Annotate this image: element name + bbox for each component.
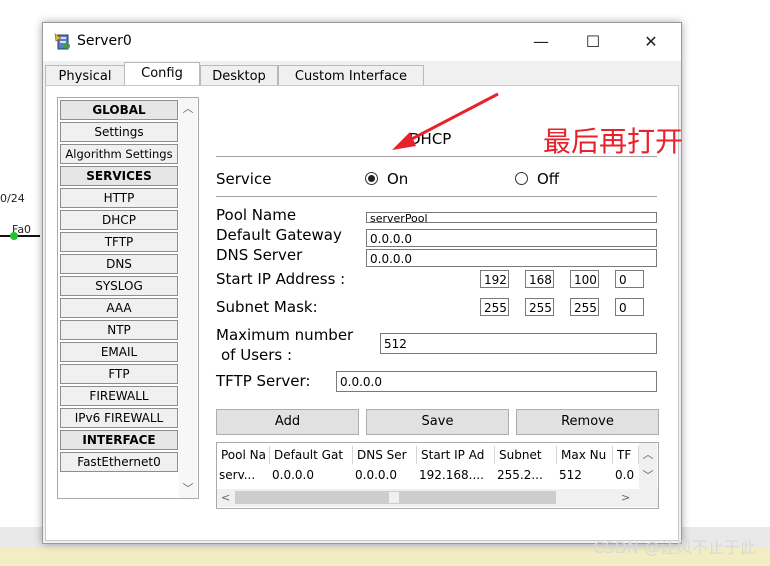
sidebar-item-tftp[interactable]: TFTP bbox=[60, 232, 178, 252]
window-title: Server0 bbox=[77, 33, 132, 49]
watermark: CSDN @让风不止于此 bbox=[593, 538, 756, 557]
sidebar-item-firewall[interactable]: FIREWALL bbox=[60, 386, 178, 406]
table-header-start-ip[interactable]: Start IP Ad bbox=[417, 446, 495, 464]
subnet-mask-octet-2[interactable]: 255 bbox=[525, 298, 554, 316]
close-button[interactable]: ✕ bbox=[633, 29, 669, 55]
pool-name-label: Pool Name bbox=[216, 206, 297, 224]
config-sidebar: GLOBAL Settings Algorithm Settings SERVI… bbox=[57, 97, 199, 499]
table-header-pool-name[interactable]: Pool Na bbox=[217, 446, 270, 464]
subnet-mask-octet-3[interactable]: 255 bbox=[570, 298, 599, 316]
table-hscroll[interactable]: < > bbox=[217, 489, 658, 507]
maximize-button[interactable]: ☐ bbox=[575, 29, 611, 55]
server-config-window: Server0 — ☐ ✕ Physical Config Desktop Cu… bbox=[42, 22, 682, 544]
table-cell[interactable]: 192.168.... bbox=[417, 466, 495, 484]
annotation-text: 最后再打开 bbox=[543, 125, 684, 158]
sidebar-item-dns[interactable]: DNS bbox=[60, 254, 178, 274]
table-header-subnet[interactable]: Subnet bbox=[495, 446, 557, 464]
pool-name-input[interactable]: serverPool bbox=[366, 212, 657, 223]
window-titlebar[interactable]: Server0 — ☐ ✕ bbox=[43, 23, 681, 61]
sidebar-item-algorithm-settings[interactable]: Algorithm Settings bbox=[60, 144, 178, 164]
scroll-up-icon[interactable]: ︿ bbox=[639, 446, 657, 462]
default-gateway-label: Default Gateway bbox=[216, 226, 342, 244]
max-users-label-line2: of Users : bbox=[221, 346, 293, 364]
sidebar-item-ipv6-firewall[interactable]: IPv6 FIREWALL bbox=[60, 408, 178, 428]
service-off-label[interactable]: Off bbox=[537, 170, 559, 188]
tab-physical[interactable]: Physical bbox=[45, 65, 125, 87]
start-ip-octet-4[interactable]: 0 bbox=[615, 270, 644, 288]
scroll-up-icon[interactable]: ︿ bbox=[179, 100, 197, 116]
background-subnet-label: 0/24 bbox=[0, 192, 25, 205]
sidebar-item-email[interactable]: EMAIL bbox=[60, 342, 178, 362]
hscroll-thumb[interactable] bbox=[389, 492, 399, 503]
sidebar-header-services[interactable]: SERVICES bbox=[60, 166, 178, 186]
subnet-mask-label: Subnet Mask: bbox=[216, 298, 318, 316]
sidebar-scrollbar[interactable]: ︿ ﹀ bbox=[179, 98, 197, 498]
max-users-label: Maximum number bbox=[216, 326, 354, 344]
table-header-dns-server[interactable]: DNS Ser bbox=[353, 446, 417, 464]
remove-button[interactable]: Remove bbox=[516, 409, 659, 435]
scroll-left-icon[interactable]: < bbox=[221, 491, 230, 504]
subnet-mask-octet-1[interactable]: 255 bbox=[480, 298, 509, 316]
table-cell[interactable]: 512 bbox=[557, 466, 613, 484]
default-gateway-input[interactable]: 0.0.0.0 bbox=[366, 229, 657, 247]
minimize-button[interactable]: — bbox=[523, 29, 559, 55]
tab-bar: Physical Config Desktop Custom Interface bbox=[43, 61, 681, 88]
background-link-line bbox=[0, 235, 40, 237]
start-ip-octet-2[interactable]: 168 bbox=[525, 270, 554, 288]
tftp-server-label: TFTP Server: bbox=[216, 372, 311, 390]
table-header-tftp[interactable]: TF bbox=[613, 446, 639, 464]
sidebar-item-settings[interactable]: Settings bbox=[60, 122, 178, 142]
table-cell[interactable]: 0.0.0.0 bbox=[270, 466, 353, 484]
sidebar-header-global[interactable]: GLOBAL bbox=[60, 100, 178, 120]
service-label: Service bbox=[216, 170, 272, 188]
sidebar-item-aaa[interactable]: AAA bbox=[60, 298, 178, 318]
service-on-label[interactable]: On bbox=[387, 170, 408, 188]
start-ip-label: Start IP Address : bbox=[216, 270, 346, 288]
dns-server-label: DNS Server bbox=[216, 246, 303, 264]
sidebar-item-syslog[interactable]: SYSLOG bbox=[60, 276, 178, 296]
sidebar-header-interface[interactable]: INTERFACE bbox=[60, 430, 178, 450]
table-cell[interactable]: 255.2... bbox=[495, 466, 557, 484]
sidebar-item-http[interactable]: HTTP bbox=[60, 188, 178, 208]
service-off-radio[interactable] bbox=[515, 172, 528, 185]
table-cell[interactable]: serv... bbox=[217, 466, 270, 484]
service-on-radio[interactable] bbox=[365, 172, 378, 185]
table-vscroll[interactable]: ︿ ﹀ bbox=[639, 443, 657, 489]
annotation-arrow-icon bbox=[392, 92, 499, 150]
scroll-down-icon[interactable]: ﹀ bbox=[639, 467, 657, 483]
scroll-down-icon[interactable]: ﹀ bbox=[179, 480, 197, 496]
dns-server-input[interactable]: 0.0.0.0 bbox=[366, 249, 657, 267]
tab-custom-interface[interactable]: Custom Interface bbox=[278, 65, 424, 87]
background-link-dot bbox=[10, 232, 18, 240]
tab-desktop[interactable]: Desktop bbox=[200, 65, 278, 87]
sidebar-item-ntp[interactable]: NTP bbox=[60, 320, 178, 340]
sidebar-item-fastethernet0[interactable]: FastEthernet0 bbox=[60, 452, 178, 472]
table-header-default-gateway[interactable]: Default Gat bbox=[270, 446, 353, 464]
add-button[interactable]: Add bbox=[216, 409, 359, 435]
server-app-icon bbox=[54, 33, 70, 50]
sidebar-item-dhcp[interactable]: DHCP bbox=[60, 210, 178, 230]
scroll-right-icon[interactable]: > bbox=[621, 491, 630, 504]
save-button[interactable]: Save bbox=[366, 409, 509, 435]
sidebar-item-ftp[interactable]: FTP bbox=[60, 364, 178, 384]
start-ip-octet-1[interactable]: 192 bbox=[480, 270, 509, 288]
tftp-server-input[interactable]: 0.0.0.0 bbox=[336, 371, 657, 392]
divider bbox=[216, 196, 657, 197]
start-ip-octet-3[interactable]: 100 bbox=[570, 270, 599, 288]
table-cell[interactable]: 0.0 bbox=[613, 466, 639, 484]
subnet-mask-octet-4[interactable]: 0 bbox=[615, 298, 644, 316]
dhcp-pool-table: Pool Na Default Gat DNS Ser Start IP Ad … bbox=[216, 442, 659, 509]
max-users-input[interactable]: 512 bbox=[380, 333, 657, 354]
table-cell[interactable]: 0.0.0.0 bbox=[353, 466, 417, 484]
table-header-max-users[interactable]: Max Nu bbox=[557, 446, 613, 464]
